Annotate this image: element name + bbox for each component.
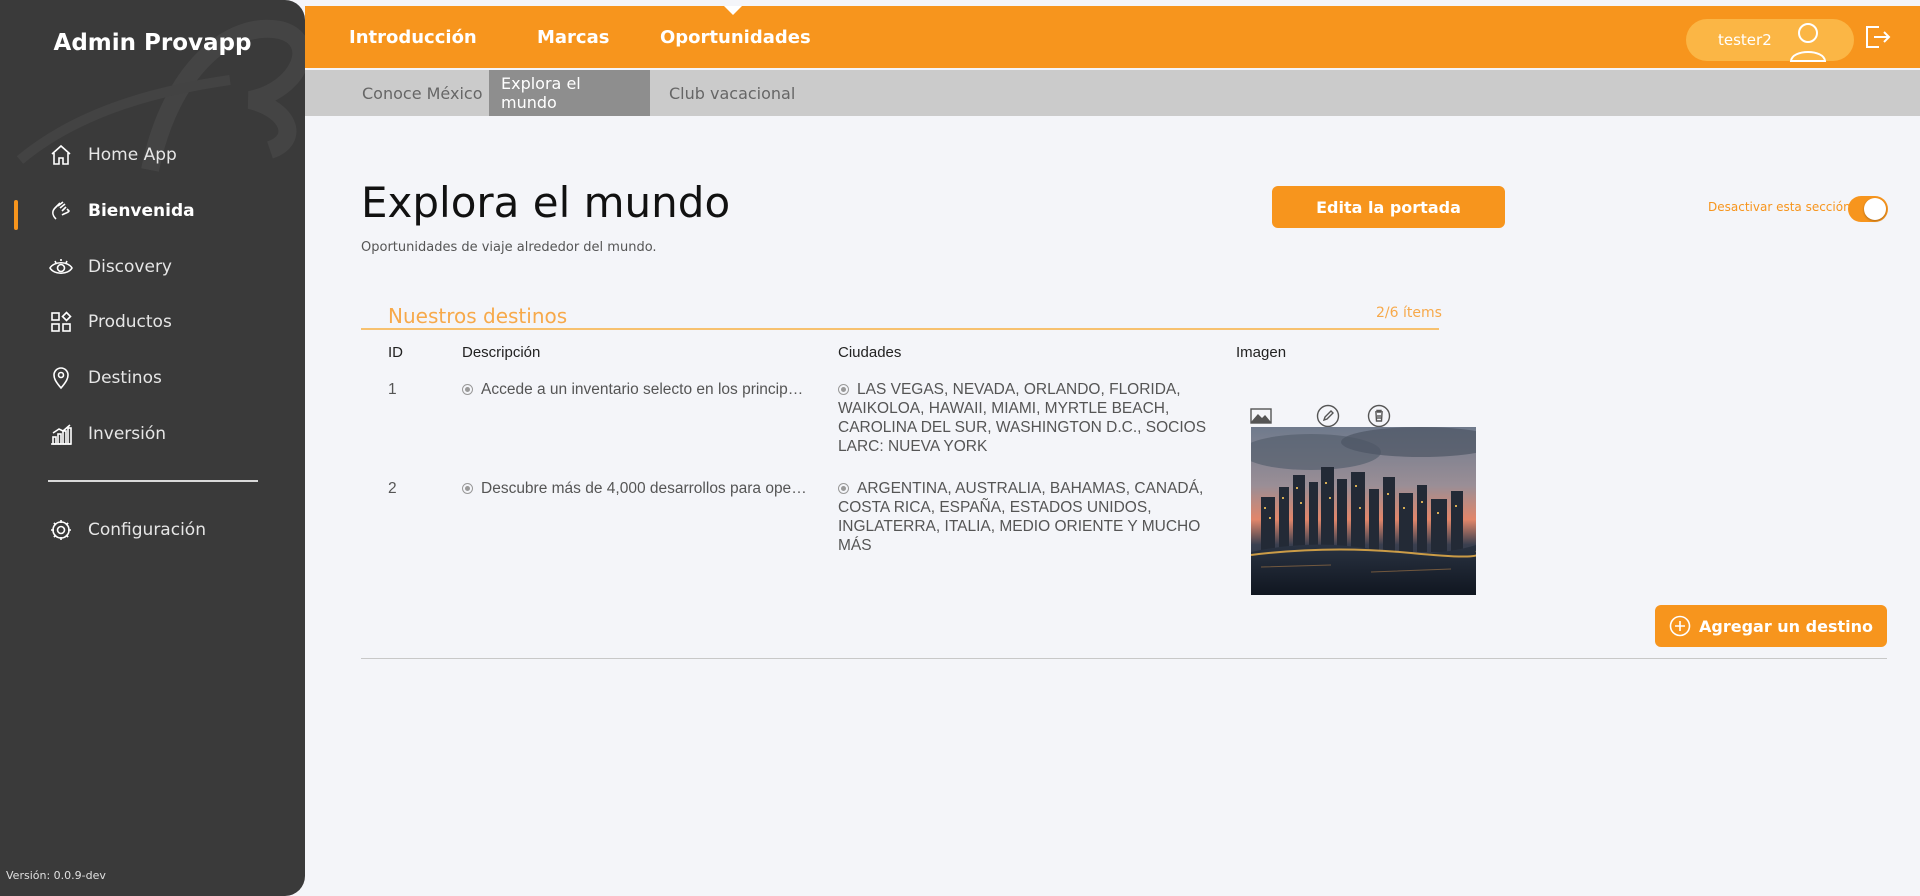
description-text: Accede a un inventario selecto en los pr…: [481, 381, 807, 398]
column-header-image: Imagen: [1236, 344, 1287, 361]
destination-city-photo: [1251, 427, 1476, 595]
user-avatar-icon: [1789, 23, 1827, 62]
grid-icon: [48, 309, 74, 335]
item-count: 2/6 ítems: [1376, 305, 1442, 321]
topnav-introduccion[interactable]: Introducción: [349, 6, 477, 68]
sidebar-item-home-app[interactable]: Home App: [48, 135, 177, 175]
plus-circle-icon: [1669, 615, 1691, 637]
home-icon: [48, 142, 74, 168]
radio-icon: [838, 483, 849, 494]
row-1-cities: LAS VEGAS, NEVADA, ORLANDO, FLORIDA, WAI…: [838, 380, 1216, 456]
column-header-cities: Ciudades: [838, 344, 902, 361]
toggle-knob: [1864, 198, 1886, 220]
version-label: Versión: 0.0.9-dev: [6, 869, 106, 882]
row-1-description[interactable]: Accede a un inventario selecto en los pr…: [462, 380, 807, 399]
row-2-description[interactable]: Descubre más de 4,000 desarrollos para o…: [462, 479, 807, 498]
username: tester2: [1718, 31, 1772, 49]
bottom-divider: [361, 658, 1887, 659]
cities-text: LAS VEGAS, NEVADA, ORLANDO, FLORIDA, WAI…: [838, 381, 1207, 455]
user-menu[interactable]: tester2: [1686, 19, 1854, 62]
sidebar-item-label: Inversión: [88, 424, 167, 444]
sidebar-item-configuracion[interactable]: Configuración: [48, 510, 206, 550]
sidebar-item-label: Configuración: [88, 520, 206, 540]
row-2-cities: ARGENTINA, AUSTRALIA, BAHAMAS, CANADÁ, C…: [838, 479, 1216, 555]
sidebar-item-label: Home App: [88, 145, 177, 165]
sidebar-item-destinos[interactable]: Destinos: [48, 358, 162, 398]
subtab-explora-el-mundo[interactable]: Explora el mundo: [489, 70, 650, 116]
radio-icon: [462, 483, 473, 494]
active-nav-caret: [724, 6, 742, 15]
row-1-id: 1: [388, 381, 397, 398]
cities-text: ARGENTINA, AUSTRALIA, BAHAMAS, CANADÁ, C…: [838, 480, 1204, 554]
column-header-description: Descripción: [462, 344, 541, 361]
sidebar-item-label: Destinos: [88, 368, 162, 388]
sidebar-divider: [48, 480, 258, 482]
edit-pencil-icon[interactable]: [1316, 404, 1340, 428]
sidebar-item-label: Productos: [88, 312, 172, 332]
app-brand: Admin Provapp: [53, 30, 252, 56]
toggle-label: Desactivar esta sección: [1708, 200, 1851, 214]
radio-icon: [838, 384, 849, 395]
add-destination-button[interactable]: Agregar un destino: [1655, 605, 1887, 647]
logout-icon[interactable]: [1862, 22, 1892, 52]
top-navbar: Introducción Marcas Oportunidades: [305, 6, 1920, 68]
sidebar-item-productos[interactable]: Productos: [48, 302, 172, 342]
section-toggle[interactable]: [1848, 196, 1888, 222]
sidebar-item-bienvenida[interactable]: Bienvenida: [48, 191, 195, 231]
description-text: Descubre más de 4,000 desarrollos para o…: [481, 480, 807, 497]
edit-cover-button[interactable]: Edita la portada: [1272, 186, 1505, 228]
location-pin-icon: [48, 365, 74, 391]
image-icon[interactable]: [1249, 404, 1273, 428]
subtab-club-vacacional[interactable]: Club vacacional: [657, 70, 807, 116]
sidebar-item-label: Discovery: [88, 257, 172, 277]
page-subtitle: Oportunidades de viaje alrededor del mun…: [361, 240, 657, 255]
sidebar-item-inversion[interactable]: Inversión: [48, 414, 166, 454]
section-divider: [361, 328, 1439, 330]
topnav-marcas[interactable]: Marcas: [537, 6, 609, 68]
row-2-id: 2: [388, 480, 397, 497]
section-title: Nuestros destinos: [388, 304, 568, 328]
trash-icon[interactable]: [1367, 404, 1391, 428]
eye-icon: [48, 254, 74, 280]
sidebar: Admin Provapp Home App Bienvenida Discov…: [0, 0, 305, 896]
sidebar-item-label: Bienvenida: [88, 201, 195, 221]
sidebar-item-discovery[interactable]: Discovery: [48, 247, 172, 287]
add-destination-label: Agregar un destino: [1699, 616, 1873, 636]
subtab-conoce-mexico[interactable]: Conoce México: [350, 70, 494, 116]
radio-icon: [462, 384, 473, 395]
subtabs-bar: Conoce México Explora el mundo Club vaca…: [305, 70, 1920, 116]
page-title: Explora el mundo: [361, 178, 731, 227]
bar-chart-icon: [48, 421, 74, 447]
waving-hand-icon: [48, 198, 74, 224]
gear-icon: [48, 517, 74, 543]
column-header-id: ID: [388, 344, 403, 361]
active-indicator: [14, 200, 18, 230]
topnav-oportunidades[interactable]: Oportunidades: [660, 6, 811, 68]
